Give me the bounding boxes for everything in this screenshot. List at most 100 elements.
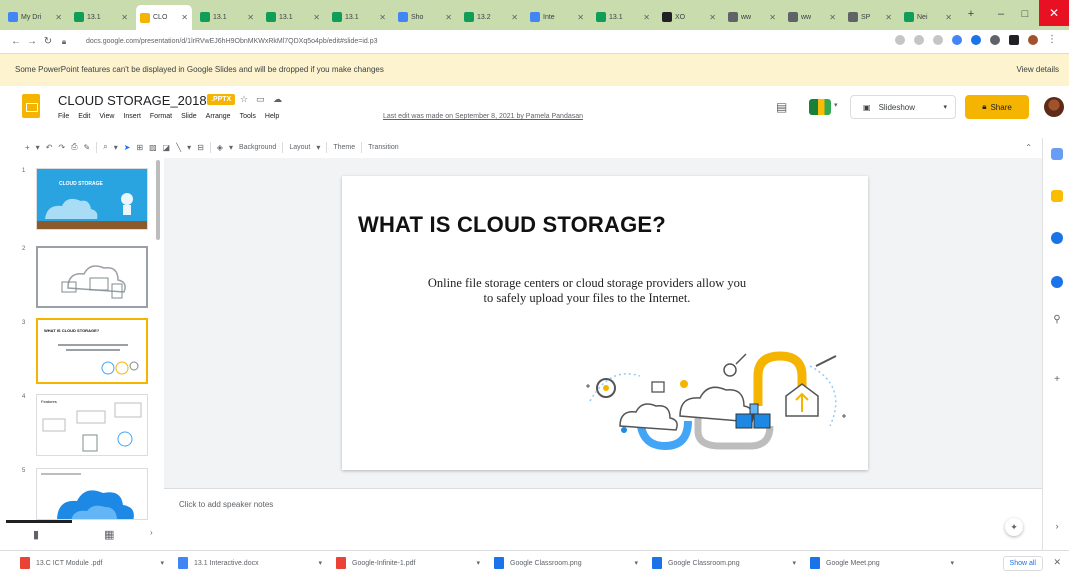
puzzle-icon[interactable] [990, 35, 1000, 45]
share-icon[interactable] [914, 35, 924, 45]
background-button[interactable]: Background [239, 144, 276, 151]
download-item[interactable]: 13.C ICT Module .pdf ▾ [20, 557, 178, 569]
back-icon[interactable]: ← [8, 36, 24, 47]
comment-icon[interactable]: ⊟ [197, 143, 204, 152]
slide-title[interactable]: WHAT IS CLOUD STORAGE? [358, 212, 666, 238]
cloud-storage-illustration[interactable] [580, 346, 860, 456]
download-item[interactable]: 13.1 Interactive.docx ▾ [178, 557, 336, 569]
slide-thumbnail-2[interactable] [36, 246, 148, 308]
browser-tab[interactable]: SP ✕ [844, 7, 896, 27]
star-icon[interactable] [933, 35, 943, 45]
browser-tab[interactable]: 13.1 ✕ [262, 7, 324, 27]
text-box-icon[interactable]: ⊞ [136, 143, 143, 152]
theme-button[interactable]: Theme [333, 144, 355, 151]
new-slide-icon[interactable]: + [25, 143, 30, 152]
chevron-down-icon[interactable]: ▾ [160, 559, 164, 567]
search-icon[interactable] [895, 35, 905, 45]
browser-tab[interactable]: ww ✕ [784, 7, 840, 27]
download-item[interactable]: Google Classroom.png ▾ [652, 557, 810, 569]
calendar-icon[interactable] [1051, 148, 1063, 160]
chevron-down-icon[interactable]: ▾ [476, 559, 480, 567]
collapse-toolbar-icon[interactable]: ⌃ [1025, 143, 1032, 152]
kebab-menu-icon[interactable]: ⋮ [1047, 35, 1057, 45]
browser-tab[interactable]: My Dri ✕ [4, 7, 66, 27]
browser-tab[interactable]: Sho ✕ [394, 7, 456, 27]
browser-tab[interactable]: 13.1 ✕ [592, 7, 654, 27]
explore-button[interactable]: ✦ [1005, 518, 1023, 536]
slide-thumbnail-5[interactable] [36, 468, 148, 520]
paint-format-icon[interactable]: ✎ [84, 143, 91, 152]
browser-tab[interactable]: ww ✕ [724, 7, 780, 27]
tasks-icon[interactable] [1051, 232, 1063, 244]
last-edit-link[interactable]: Last edit was made on September 8, 2021 … [383, 113, 583, 120]
menu-arrange[interactable]: Arrange [206, 113, 231, 120]
window-close-button[interactable]: ✕ [1039, 0, 1069, 26]
menu-edit[interactable]: Edit [78, 113, 90, 120]
new-tab-button[interactable]: + [960, 4, 982, 24]
redo-icon[interactable]: ↷ [58, 143, 65, 152]
layout-button[interactable]: Layout [289, 144, 310, 151]
close-tab-icon[interactable]: ✕ [313, 13, 320, 22]
chevron-down-icon[interactable]: ▾ [114, 143, 118, 152]
menu-slide[interactable]: Slide [181, 113, 197, 120]
undo-icon[interactable]: ↶ [46, 143, 53, 152]
close-tab-icon[interactable]: ✕ [379, 13, 386, 22]
view-details-link[interactable]: View details [1016, 65, 1059, 74]
chevron-right-icon[interactable]: › [1051, 520, 1063, 532]
speaker-notes[interactable]: Click to add speaker notes [164, 488, 1042, 528]
shape-icon[interactable]: ◪ [163, 143, 171, 152]
close-tab-icon[interactable]: ✕ [181, 13, 188, 22]
filmstrip-scrollbar[interactable] [156, 160, 160, 240]
browser-tab[interactable]: Inte ✕ [526, 7, 588, 27]
chevron-down-icon[interactable]: ▾ [634, 559, 638, 567]
close-tab-icon[interactable]: ✕ [945, 13, 952, 22]
image-icon[interactable]: ▨ [149, 143, 157, 152]
paint-bucket-icon[interactable]: ◈ [217, 143, 223, 152]
browser-tab[interactable]: Nei ✕ [900, 7, 956, 27]
slides-logo-icon[interactable] [22, 94, 40, 118]
maps-pin-icon[interactable]: ⚲ [1051, 314, 1063, 326]
document-title[interactable]: CLOUD STORAGE_2018 [58, 93, 207, 108]
filmstrip-view-icon[interactable]: ▮ [33, 528, 39, 541]
transition-button[interactable]: Transition [368, 144, 398, 151]
browser-tab[interactable]: 13.1 ✕ [70, 7, 132, 27]
chevron-down-icon[interactable]: ▾ [187, 143, 191, 152]
download-item[interactable]: Google-Infinite-1.pdf ▾ [336, 557, 494, 569]
keep-icon[interactable] [1051, 190, 1063, 202]
close-tab-icon[interactable]: ✕ [577, 13, 584, 22]
chevron-down-icon[interactable]: ▾ [950, 559, 954, 567]
comment-history-icon[interactable]: ▤ [776, 100, 787, 114]
slideshow-button[interactable]: ▣ Slideshow ▾ [850, 95, 956, 119]
close-tab-icon[interactable]: ✕ [769, 13, 776, 22]
slide[interactable]: WHAT IS CLOUD STORAGE? Online file stora… [342, 176, 868, 470]
zoom-icon[interactable]: ⌕ [103, 142, 107, 152]
extension-icon[interactable] [971, 35, 981, 45]
browser-tab-active[interactable]: CLO ✕ [136, 5, 192, 30]
maximize-button[interactable]: □ [1014, 4, 1036, 24]
menu-tools[interactable]: Tools [240, 113, 256, 120]
url-field[interactable]: docs.google.com/presentation/d/1lrRVwEJ6… [86, 33, 886, 51]
line-icon[interactable]: ╲ [176, 143, 181, 152]
slide-thumbnail-1[interactable]: CLOUD STORAGE [36, 168, 148, 230]
close-tab-icon[interactable]: ✕ [643, 13, 650, 22]
menu-view[interactable]: View [99, 113, 114, 120]
extension-icon[interactable] [952, 35, 962, 45]
print-icon[interactable]: ⎙ [71, 142, 77, 152]
chevron-down-icon[interactable]: ▾ [229, 143, 233, 152]
browser-tab[interactable]: 13.1 ✕ [328, 7, 390, 27]
chevron-down-icon[interactable]: ▾ [834, 101, 838, 109]
close-tab-icon[interactable]: ✕ [55, 13, 62, 22]
slide-thumbnail-3-selected[interactable]: WHAT IS CLOUD STORAGE? [36, 318, 148, 384]
menu-help[interactable]: Help [265, 113, 279, 120]
chevron-down-icon[interactable]: ▾ [792, 559, 796, 567]
forward-icon[interactable]: → [24, 36, 40, 47]
download-item[interactable]: Google Meet.png ▾ [810, 557, 968, 569]
close-tab-icon[interactable]: ✕ [885, 13, 892, 22]
reload-icon[interactable]: ↻ [40, 36, 56, 47]
minimize-button[interactable]: – [990, 4, 1012, 24]
move-folder-icon[interactable]: ▭ [256, 94, 265, 105]
browser-tab[interactable]: 13.2 ✕ [460, 7, 522, 27]
account-avatar[interactable] [1044, 97, 1064, 117]
chevron-down-icon[interactable]: ▾ [316, 143, 320, 152]
close-tab-icon[interactable]: ✕ [511, 13, 518, 22]
